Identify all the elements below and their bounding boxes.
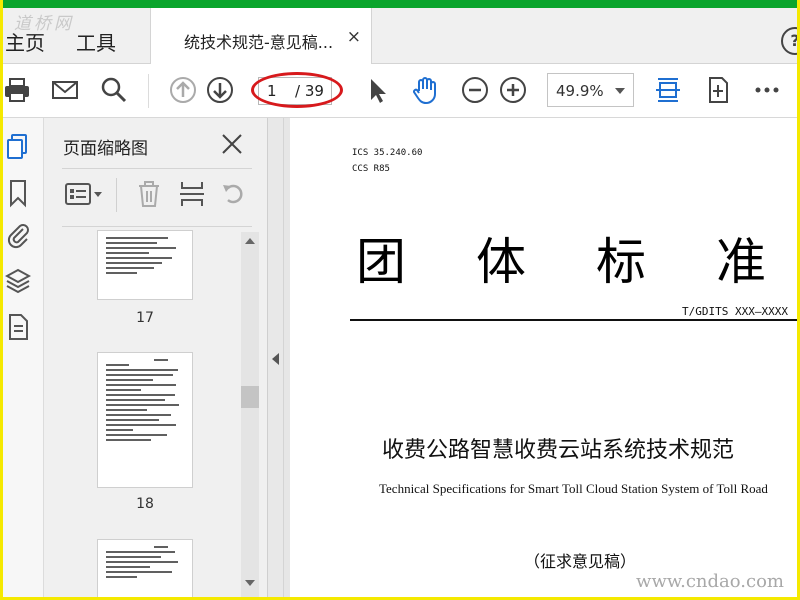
scrollbar-thumb[interactable] [241,386,259,408]
ccs-code: CCS R85 [352,164,390,174]
red-highlight-ellipse [251,72,343,108]
rotate-page-icon[interactable] [220,180,248,208]
print-icon[interactable] [2,75,32,105]
hand-tool-icon[interactable] [410,75,440,105]
more-options-icon[interactable] [752,75,782,105]
scroll-up-icon[interactable] [245,238,255,244]
page-thumbnails-icon[interactable] [5,132,31,162]
scroll-down-icon[interactable] [245,580,255,586]
document-title-cn: 收费公路智慧收费云站系统技术规范 [382,438,735,463]
delete-icon[interactable] [136,180,162,208]
panel-tools-divider [62,226,252,227]
thumbnail-scrollbar[interactable] [241,232,259,598]
tab-tools[interactable]: 工具 [76,27,116,56]
zoom-dropdown[interactable]: 49.9% [547,73,634,107]
standard-number: T/GDITS XXX—XXXX [682,305,788,318]
tab-document[interactable]: 统技术规范-意见稿... × [150,8,372,65]
bookmark-icon[interactable] [5,178,31,208]
title-char: 团 [356,233,406,291]
document-title-en: Technical Specifications for Smart Toll … [379,481,768,496]
previous-page-icon[interactable] [168,75,198,105]
document-page: ICS 35.240.60 CCS R85 团 体 标 准 T/GDITS XXX—X… [290,118,800,600]
email-icon[interactable] [50,75,80,105]
panel-title: 页面缩略图 [63,139,148,159]
watermark-top-left: 道桥网 [14,14,74,34]
insert-page-icon[interactable] [178,180,206,208]
help-icon[interactable]: ? [781,27,800,55]
tab-bar: 主页 工具 统技术规范-意见稿... × ? [0,8,800,65]
thumbnail-page[interactable] [97,539,193,600]
thumbnail-page-number: 17 [136,310,154,326]
chevron-down-icon [615,88,625,94]
ics-code: ICS 35.240.60 [352,148,423,158]
zoom-value: 49.9% [556,82,604,100]
attachment-icon[interactable] [5,220,31,250]
thumbnails-panel: 页面缩略图 17 18 [44,118,268,600]
title-char: 准 [716,233,766,291]
fit-page-icon[interactable] [653,75,683,105]
thumbnail-page[interactable] [97,352,193,488]
title-char: 体 [476,233,526,291]
thumbnail-page-number: 18 [136,496,154,512]
top-green-strip [0,0,800,8]
watermark-bottom-right: www.cndao.com [636,571,784,592]
content-icon[interactable] [5,312,31,342]
collapse-panel-icon[interactable] [272,353,279,365]
layers-icon[interactable] [5,266,31,296]
rotate-view-icon[interactable] [703,75,733,105]
title-char: 标 [596,233,646,291]
panel-tools-separator [116,178,117,212]
zoom-out-icon[interactable] [460,75,490,105]
tab-close-icon[interactable]: × [347,27,361,47]
draft-label: （征求意见稿） [524,552,637,571]
thumbnail-page[interactable] [97,230,193,300]
thumbnail-options-icon[interactable] [64,180,104,208]
next-page-icon[interactable] [205,75,235,105]
panel-divider [62,168,252,169]
panel-collapse-strip[interactable] [268,118,284,600]
zoom-in-icon[interactable] [498,75,528,105]
close-icon[interactable] [220,132,244,156]
navigation-rail [0,118,44,600]
toolbar-separator [148,74,149,108]
title-rule [350,319,800,321]
search-icon[interactable] [99,75,129,105]
standard-type-title: 团体标准 [356,222,800,294]
document-viewport[interactable]: ICS 35.240.60 CCS R85 团 体 标 准 T/GDITS XXX—X… [284,118,800,600]
select-cursor-icon[interactable] [362,75,392,105]
main-toolbar: 1 / 39 49.9% [0,64,800,118]
tab-document-title: 统技术规范-意见稿... [184,33,334,52]
